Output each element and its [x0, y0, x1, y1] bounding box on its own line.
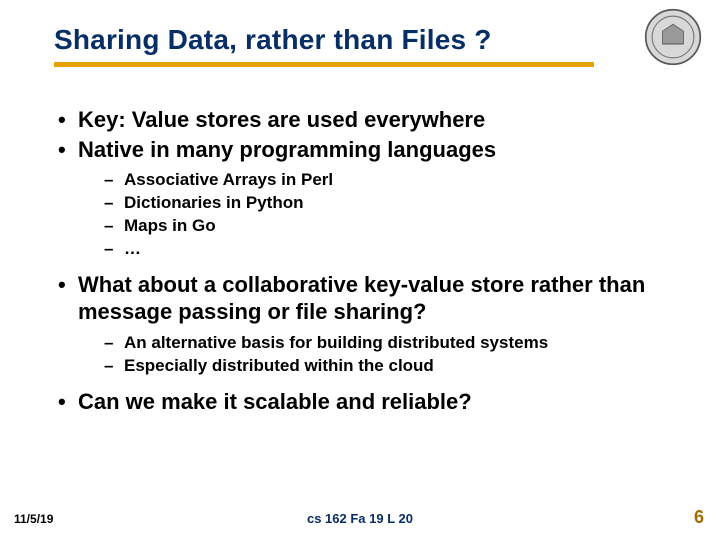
sub-item: An alternative basis for building distri…	[104, 332, 666, 355]
sub-list: An alternative basis for building distri…	[104, 332, 666, 378]
sub-list: Associative Arrays in Perl Dictionaries …	[104, 169, 666, 261]
header: Sharing Data, rather than Files ?	[54, 24, 666, 67]
footer-page-number: 6	[694, 507, 704, 528]
sub-item: Especially distributed within the cloud	[104, 355, 666, 378]
bullet-item: Native in many programming languages Ass…	[58, 136, 666, 261]
bullet-text: Key: Value stores are used everywhere	[78, 107, 485, 132]
sub-item: …	[104, 238, 666, 261]
sub-item: Maps in Go	[104, 215, 666, 238]
content-area: Key: Value stores are used everywhere Na…	[58, 106, 666, 417]
slide-title: Sharing Data, rather than Files ?	[54, 24, 666, 56]
bullet-text: What about a collaborative key-value sto…	[78, 272, 645, 325]
bullet-list: Key: Value stores are used everywhere Na…	[58, 106, 666, 415]
bullet-text: Can we make it scalable and reliable?	[78, 389, 472, 414]
slide: Sharing Data, rather than Files ? Key: V…	[0, 0, 720, 540]
bullet-item: What about a collaborative key-value sto…	[58, 271, 666, 378]
bullet-item: Can we make it scalable and reliable?	[58, 388, 666, 416]
bullet-item: Key: Value stores are used everywhere	[58, 106, 666, 134]
sub-item: Dictionaries in Python	[104, 192, 666, 215]
bullet-text: Native in many programming languages	[78, 137, 496, 162]
footer-center: cs 162 Fa 19 L 20	[0, 511, 720, 526]
sub-item: Associative Arrays in Perl	[104, 169, 666, 192]
title-underline	[54, 62, 594, 67]
